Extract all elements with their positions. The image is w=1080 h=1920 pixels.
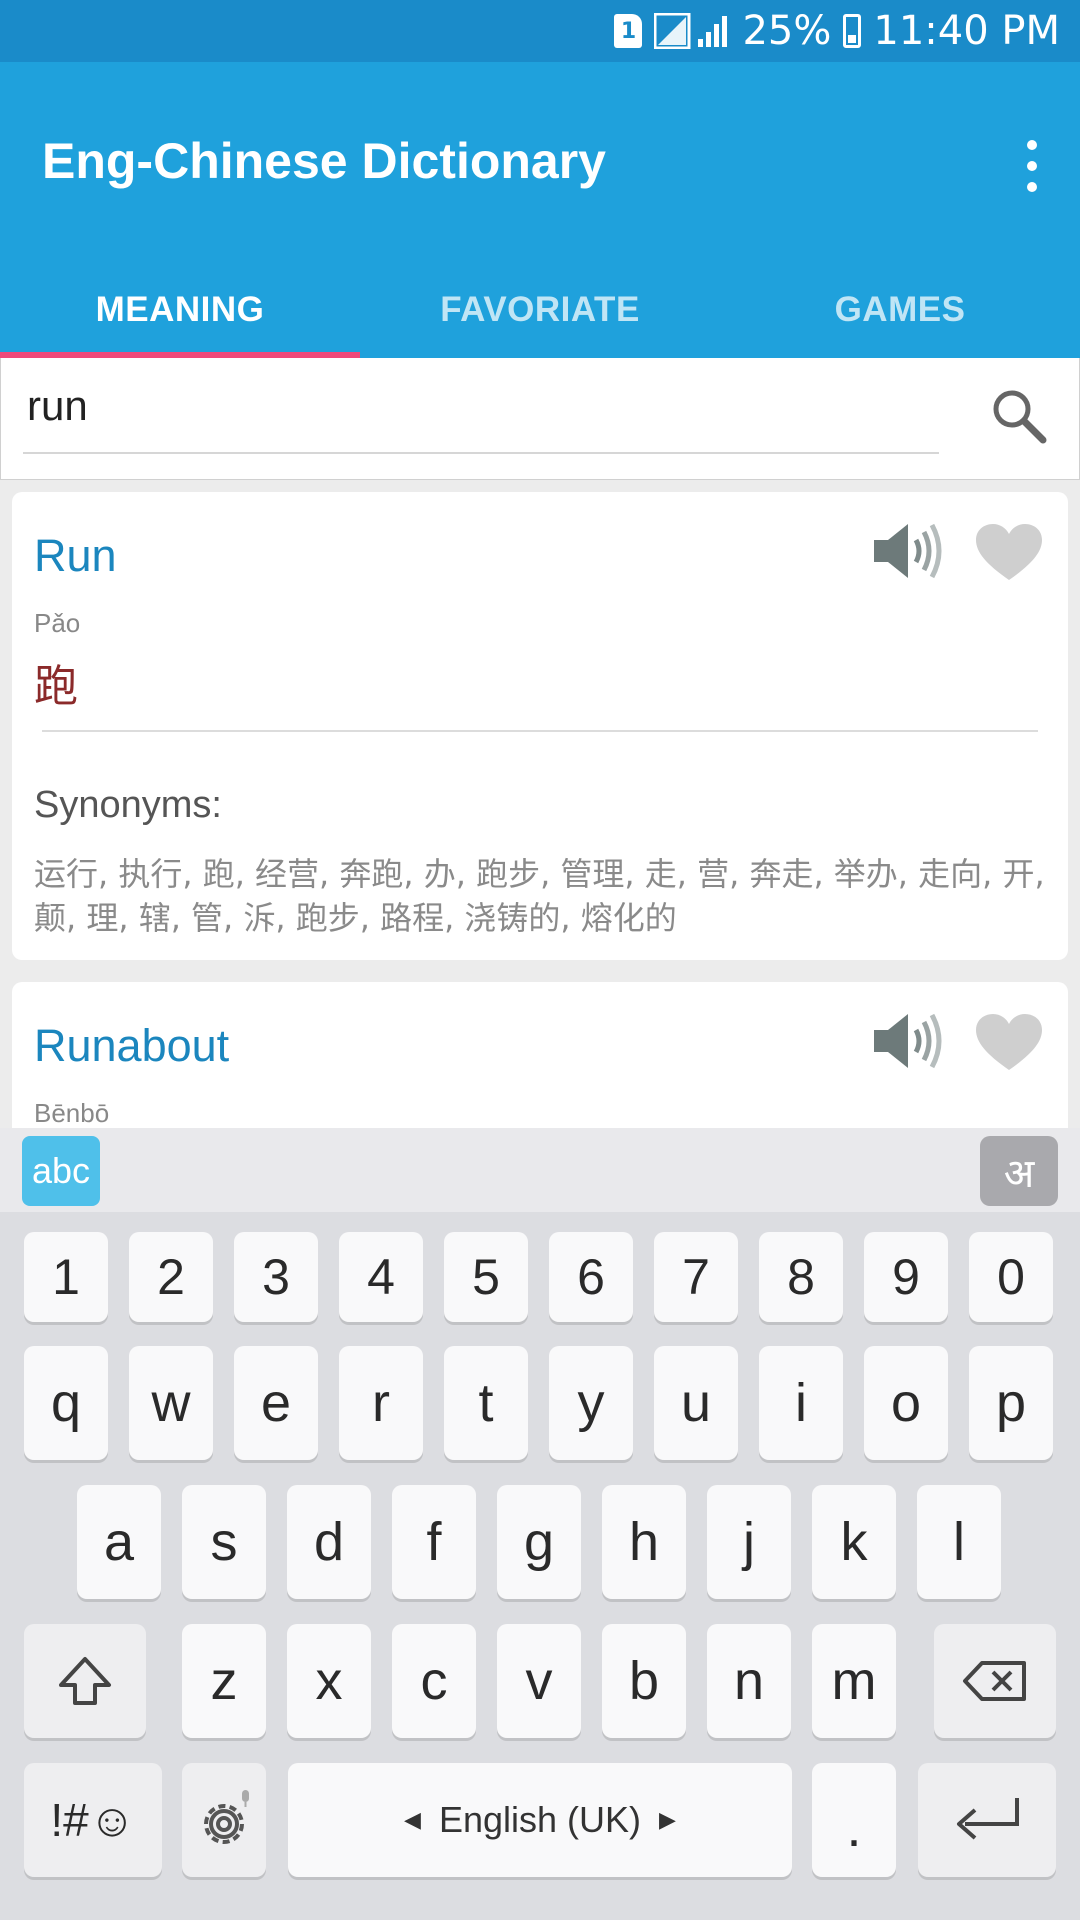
search-bar: [0, 358, 1080, 480]
mic-icon: [242, 1790, 249, 1807]
status-bar: 1 25% 11:40 PM: [0, 0, 1080, 62]
space-bar-label: ◀ English (UK) ▶: [404, 1799, 676, 1841]
speaker-icon[interactable]: [872, 520, 944, 582]
enter-icon: [957, 1798, 1019, 1840]
result-card[interactable]: Run Pǎo 跑 Synonyms: 运行, 执行, 跑, 经营, 奔跑, 办…: [12, 492, 1068, 960]
language-prev-icon: ◀: [404, 1807, 421, 1832]
backspace-key[interactable]: [934, 1624, 1056, 1738]
space-bar[interactable]: ◀ English (UK) ▶: [288, 1763, 792, 1877]
result-card[interactable]: Runabout Bēnbō: [12, 982, 1068, 1128]
key-c[interactable]: c: [392, 1624, 476, 1738]
key-l[interactable]: l: [917, 1485, 1001, 1599]
keyboard-language: English (UK): [438, 1799, 642, 1840]
results-list: Run Pǎo 跑 Synonyms: 运行, 执行, 跑, 经营, 奔跑, 办…: [0, 480, 1080, 1128]
key-y[interactable]: y: [549, 1346, 633, 1460]
key-v[interactable]: v: [497, 1624, 581, 1738]
synonyms-label: Synonyms:: [34, 784, 222, 826]
battery-percent: 25%: [742, 8, 832, 54]
backspace-icon: [963, 1661, 1026, 1701]
more-vert-icon[interactable]: [1014, 134, 1050, 198]
hindi-language-icon[interactable]: अ: [980, 1136, 1058, 1206]
key-k[interactable]: k: [812, 1485, 896, 1599]
result-word: Runabout: [34, 1020, 230, 1071]
settings-icon: [204, 1790, 249, 1844]
keyboard: 1 2 3 4 5 6 7 8 9 0 q w e r t y u i o p …: [0, 1212, 1080, 1920]
key-2[interactable]: 2: [129, 1232, 213, 1322]
key-9[interactable]: 9: [864, 1232, 948, 1322]
app-bar: Eng-Chinese Dictionary MEANING FAVORIATE…: [0, 62, 1080, 358]
shift-key[interactable]: [24, 1624, 146, 1738]
language-next-icon: ▶: [659, 1807, 676, 1832]
key-m[interactable]: m: [812, 1624, 896, 1738]
search-icon[interactable]: [989, 386, 1049, 446]
key-d[interactable]: d: [287, 1485, 371, 1599]
key-f[interactable]: f: [392, 1485, 476, 1599]
key-u[interactable]: u: [654, 1346, 738, 1460]
period-key[interactable]: .: [812, 1763, 896, 1877]
key-s[interactable]: s: [182, 1485, 266, 1599]
key-4[interactable]: 4: [339, 1232, 423, 1322]
key-p[interactable]: p: [969, 1346, 1053, 1460]
key-h[interactable]: h: [602, 1485, 686, 1599]
key-7[interactable]: 7: [654, 1232, 738, 1322]
key-x[interactable]: x: [287, 1624, 371, 1738]
app-title: Eng-Chinese Dictionary: [42, 133, 606, 189]
keyboard-toolbar: abc अ: [0, 1128, 1080, 1212]
key-o[interactable]: o: [864, 1346, 948, 1460]
key-r[interactable]: r: [339, 1346, 423, 1460]
result-chinese: 跑: [34, 661, 78, 712]
shift-icon: [59, 1657, 111, 1705]
symbols-key[interactable]: !#☺: [24, 1763, 162, 1877]
tab-games[interactable]: GAMES: [720, 262, 1080, 358]
search-underline: [23, 452, 939, 454]
battery-icon: [843, 14, 862, 48]
search-input[interactable]: [27, 380, 939, 432]
key-j[interactable]: j: [707, 1485, 791, 1599]
key-b[interactable]: b: [602, 1624, 686, 1738]
settings-key[interactable]: [182, 1763, 266, 1877]
sim-icon: 1: [614, 14, 643, 48]
abc-mode-button[interactable]: abc: [22, 1136, 100, 1206]
key-a[interactable]: a: [77, 1485, 161, 1599]
tab-meaning[interactable]: MEANING: [0, 262, 360, 358]
signal-icon: [654, 13, 728, 49]
key-6[interactable]: 6: [549, 1232, 633, 1322]
status-icons: 1 25% 11:40 PM: [614, 8, 1060, 54]
key-5[interactable]: 5: [444, 1232, 528, 1322]
clock: 11:40 PM: [873, 8, 1060, 54]
tab-bar: MEANING FAVORIATE GAMES: [0, 262, 1080, 358]
key-w[interactable]: w: [129, 1346, 213, 1460]
result-pinyin: Bēnbō: [34, 1098, 110, 1128]
key-g[interactable]: g: [497, 1485, 581, 1599]
enter-key[interactable]: [918, 1763, 1056, 1877]
key-3[interactable]: 3: [234, 1232, 318, 1322]
synonyms-text: 运行, 执行, 跑, 经营, 奔跑, 办, 跑步, 管理, 走, 营, 奔走, …: [34, 855, 1045, 937]
result-pinyin: Pǎo: [34, 608, 81, 638]
key-q[interactable]: q: [24, 1346, 108, 1460]
key-i[interactable]: i: [759, 1346, 843, 1460]
card-divider: [42, 730, 1038, 732]
key-8[interactable]: 8: [759, 1232, 843, 1322]
key-t[interactable]: t: [444, 1346, 528, 1460]
result-word: Run: [34, 530, 117, 581]
key-1[interactable]: 1: [24, 1232, 108, 1322]
key-e[interactable]: e: [234, 1346, 318, 1460]
key-n[interactable]: n: [707, 1624, 791, 1738]
key-0[interactable]: 0: [969, 1232, 1053, 1322]
heart-icon[interactable]: [976, 1014, 1042, 1072]
heart-icon[interactable]: [976, 524, 1042, 582]
speaker-icon[interactable]: [872, 1010, 944, 1072]
tab-favoriate[interactable]: FAVORIATE: [360, 262, 720, 358]
key-z[interactable]: z: [182, 1624, 266, 1738]
